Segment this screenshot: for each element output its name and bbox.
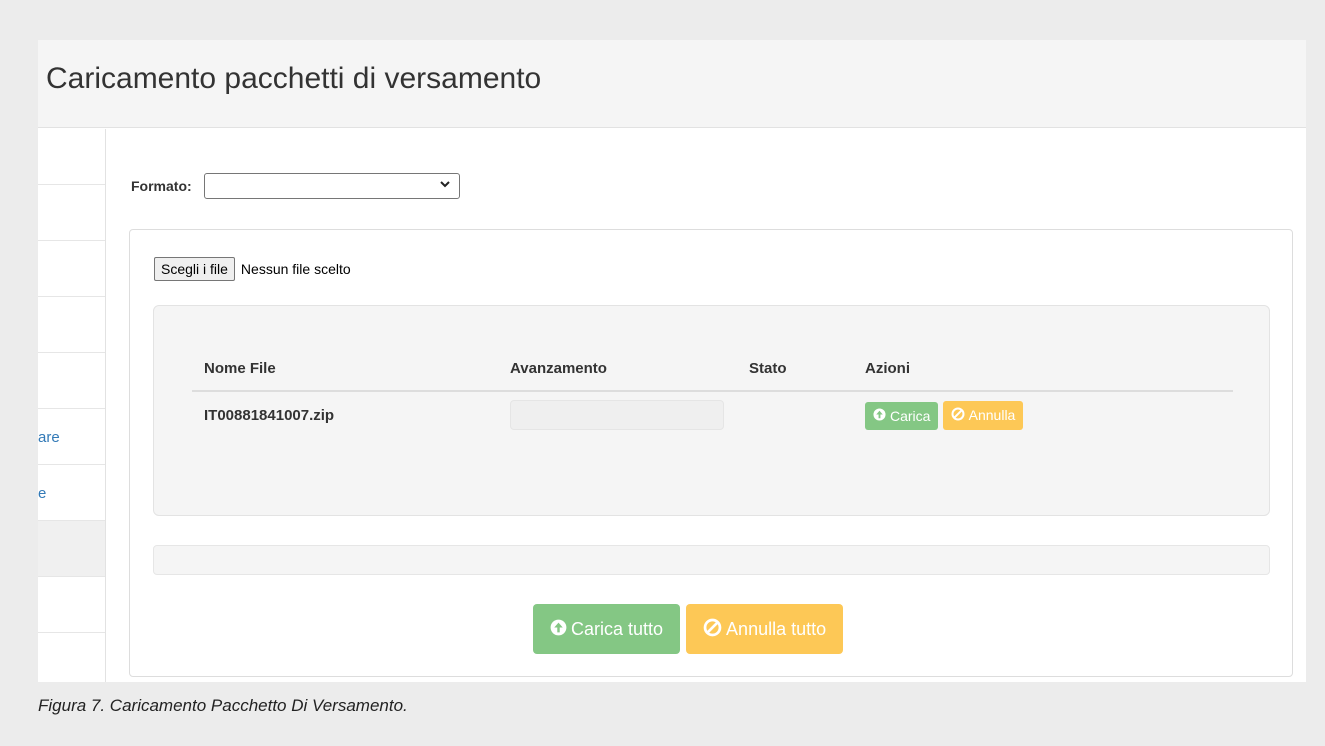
col-header-avanzamento: Avanzamento	[510, 359, 607, 377]
sidebar-item[interactable]	[38, 577, 105, 633]
table-header: Nome File Avanzamento Stato Azioni	[192, 346, 1233, 392]
figure-caption: Figura 7. Caricamento Pacchetto Di Versa…	[38, 696, 408, 715]
app-screen: Caricamento pacchetti di versamento are …	[38, 40, 1306, 682]
page-header: Caricamento pacchetti di versamento	[38, 40, 1306, 128]
global-progress-bar	[153, 545, 1270, 575]
main-content: Formato: Scegli i file Nessun file scelt…	[107, 129, 1306, 682]
sidebar-item[interactable]	[38, 353, 105, 409]
annulla-button-label: Annulla	[968, 407, 1016, 423]
chevron-down-icon	[439, 178, 451, 193]
sidebar-item[interactable]: e	[38, 465, 105, 521]
carica-tutto-button[interactable]: Carica tutto	[533, 604, 681, 654]
circle-arrow-up-icon	[550, 619, 567, 639]
formato-row: Formato:	[131, 173, 460, 199]
ban-icon	[951, 407, 965, 424]
page-title: Caricamento pacchetti di versamento	[46, 62, 542, 95]
col-header-nome-file: Nome File	[204, 359, 276, 377]
annulla-tutto-button[interactable]: Annulla tutto	[686, 604, 844, 654]
sidebar-item-active[interactable]	[38, 521, 105, 577]
col-header-azioni: Azioni	[865, 359, 910, 377]
file-progress-bar	[510, 400, 724, 430]
bulk-actions: Carica tutto Annulla tutto	[533, 604, 844, 654]
sidebar: are e	[38, 129, 106, 682]
formato-label: Formato:	[131, 178, 192, 194]
sidebar-item-label[interactable]: e	[38, 485, 46, 502]
ban-icon	[703, 618, 722, 640]
annulla-button[interactable]: Annulla	[942, 400, 1024, 430]
circle-arrow-up-icon	[873, 407, 886, 424]
sidebar-item[interactable]: are	[38, 409, 105, 465]
carica-tutto-label: Carica tutto	[571, 618, 664, 639]
row-actions: Carica Annulla	[853, 400, 1233, 430]
sidebar-item[interactable]	[38, 129, 105, 185]
table-row: IT00881841007.zip Carica Annulla	[192, 392, 1233, 438]
file-input[interactable]: Scegli i file Nessun file scelto	[154, 257, 351, 281]
choose-files-button[interactable]: Scegli i file	[154, 257, 235, 281]
sidebar-item-label[interactable]: are	[38, 429, 60, 446]
carica-button-label: Carica	[890, 407, 931, 424]
annulla-tutto-label: Annulla tutto	[726, 618, 827, 639]
carica-button[interactable]: Carica	[865, 401, 939, 430]
progress-cell	[498, 400, 737, 430]
sidebar-item[interactable]	[38, 241, 105, 297]
file-status-text: Nessun file scelto	[240, 261, 351, 277]
upload-panel: Scegli i file Nessun file scelto Nome Fi…	[129, 229, 1293, 677]
file-name: IT00881841007.zip	[204, 406, 335, 424]
sidebar-item[interactable]	[38, 633, 105, 682]
file-table: Nome File Avanzamento Stato Azioni IT008…	[192, 346, 1233, 438]
sidebar-item[interactable]	[38, 297, 105, 353]
formato-select[interactable]	[203, 173, 460, 199]
file-list-well: Nome File Avanzamento Stato Azioni IT008…	[153, 305, 1270, 516]
sidebar-item[interactable]	[38, 185, 105, 241]
col-header-stato: Stato	[749, 359, 787, 377]
